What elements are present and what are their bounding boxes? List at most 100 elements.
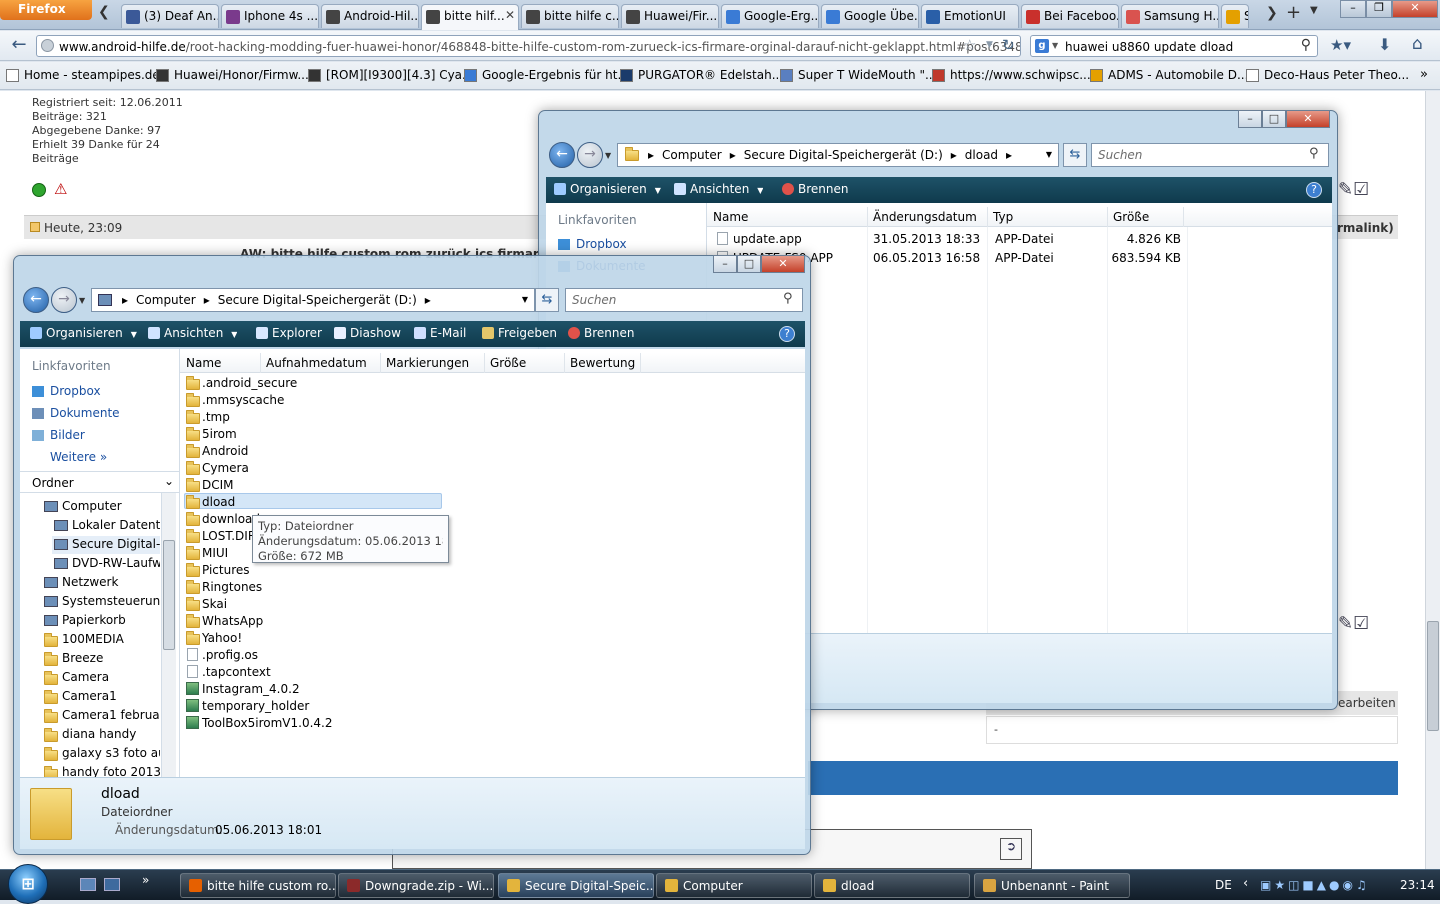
toolbar-button[interactable]: Ansichten ▼ [148,326,237,340]
folder-tree-item[interactable]: Systemsteuerung [42,593,160,611]
maximize-icon[interactable]: □ [1262,110,1286,128]
browser-tab[interactable]: Huawei/Fir... [621,4,719,28]
file-row[interactable]: ToolBox5iromV1.0.4.2 [180,715,805,732]
post-tools-icons-2[interactable]: ✎☑ [1338,613,1369,634]
file-row[interactable]: dload [180,494,805,511]
back-icon[interactable]: ← [549,142,575,168]
file-row[interactable]: Yahoo! [180,630,805,647]
file-row[interactable]: Cymera [180,460,805,477]
google-search-engine-icon[interactable]: g [1035,39,1049,53]
breadcrumb-separator-icon[interactable]: ▸ [951,148,957,162]
folder-tree-item[interactable]: Breeze [42,650,160,668]
column-header-1[interactable]: Aufnahmedatum [266,356,367,370]
breadcrumb-separator-icon[interactable]: ▸ [730,148,736,162]
post-tools-icons[interactable]: ✎☑ [1338,179,1369,200]
toolbar-button[interactable]: Ansichten ▼ [674,182,763,196]
file-row[interactable]: .profig.os [180,647,805,664]
home-icon[interactable]: ⌂ [1412,34,1423,54]
bookmark-item[interactable]: Home - steampipes.de [6,68,160,86]
column-header-4[interactable]: Bewertung [570,356,635,370]
close-icon[interactable]: ✕ [1392,0,1438,18]
toolbar-button[interactable]: Organisieren ▼ [554,182,661,196]
breadcrumb-item[interactable]: Computer [662,148,722,162]
nav-favorite[interactable]: Bilder [32,428,85,442]
address-dropdown-icon[interactable]: ▼ [1046,150,1052,159]
browser-tab[interactable]: EmotionUI [921,4,1019,28]
column-header-0[interactable]: Name [186,356,221,370]
column-divider[interactable] [380,353,381,373]
folder-tree-item[interactable]: Lokaler Datenträ [52,517,160,535]
tray-expand-icon[interactable]: ‹ [1243,876,1248,891]
folder-tree-item[interactable]: diana handy [42,726,160,744]
breadcrumb-separator-icon[interactable]: ▸ [425,293,431,307]
tree-scrollbar[interactable] [161,493,176,777]
bookmark-item[interactable]: https://www.schwipsc... [932,68,1091,86]
folder-tree-item[interactable]: Papierkorb [42,612,160,630]
nav-favorite[interactable]: Dokumente [32,406,120,420]
file-row[interactable]: DCIM [180,477,805,494]
bookmark-item[interactable]: Super T WideMouth "... [780,68,936,86]
column-divider[interactable] [260,353,261,373]
folder-tree-item[interactable]: Camera1 [42,688,160,706]
browser-tab[interactable]: Sa [1221,4,1249,28]
address-dropdown-icon[interactable]: ▼ [522,295,528,304]
taskbar-button[interactable]: Downgrade.zip - Wi... [338,873,494,898]
tabs-scroll-left-icon[interactable]: ❮ [98,4,110,20]
refresh-icon[interactable]: ⇆ [535,288,559,312]
address-bar[interactable]: ▸ Computer ▸ Secure Digital-Speichergerät (… [617,143,1059,167]
file-row[interactable]: .mmsyscache [180,392,805,409]
file-row[interactable]: 5irom [180,426,805,443]
breadcrumb-item[interactable]: dload [965,148,998,162]
report-warning-icon[interactable]: ⚠ [54,180,67,198]
tab-list-dropdown-icon[interactable]: ▼ [1310,5,1318,16]
minimize-icon[interactable]: – [1238,110,1262,128]
taskbar-button[interactable]: dload [814,873,970,898]
column-divider[interactable] [1183,207,1184,227]
folder-tree-item[interactable]: Camera1 februar 2 [42,707,160,725]
switch-windows-icon[interactable] [104,878,120,891]
file-row[interactable]: .tapcontext [180,664,805,681]
magnifier-icon[interactable]: ⚲ [1301,37,1311,53]
breadcrumb-item[interactable]: Secure Digital-Speichergerät (D:) [218,293,417,307]
bookmark-item[interactable]: Google-Ergebnis für ht... [464,68,629,86]
column-header-2[interactable]: Typ [993,210,1013,224]
close-icon[interactable]: ✕ [761,255,805,273]
bookmark-item[interactable]: [ROM][I9300][4.3] Cya... [308,68,473,86]
breadcrumb-separator-icon[interactable]: ▸ [204,293,210,307]
help-icon[interactable]: ? [1306,182,1322,198]
folder-tree-item[interactable]: Camera [42,669,160,687]
file-row[interactable]: update.app 31.05.2013 18:33 APP-Datei 4.826… [707,231,1332,248]
bookmark-item[interactable]: PURGATOR® Edelstah... [620,68,783,86]
toolbar-button[interactable]: Brennen [568,326,634,340]
refresh-icon[interactable]: ⇆ [1063,143,1087,167]
minimize-icon[interactable]: – [1340,0,1366,18]
browser-tab[interactable]: Google Übe... [821,4,919,28]
bookmark-item[interactable]: Huawei/Honor/Firmw... [156,68,309,86]
browser-tab[interactable]: Bei Faceboo... [1021,4,1119,28]
browser-tab[interactable]: Iphone 4s ... [221,4,319,28]
file-row[interactable]: Instagram_4.0.2 [180,681,805,698]
bookmark-item[interactable]: ADMS - Automobile D... [1090,68,1248,86]
engine-dropdown-icon[interactable]: ▼ [1052,41,1058,50]
tray-icons[interactable]: ▣★◫■▲●◉♫ [1260,878,1370,892]
folder-tree-item[interactable]: Netzwerk [42,574,160,592]
bookmarks-overflow-icon[interactable]: » [1420,67,1428,82]
breadcrumb-item[interactable]: Computer [136,293,196,307]
folder-tree-item[interactable]: Secure Digital-Sp [52,536,160,554]
more-link[interactable]: Weitere » [50,450,107,464]
scroll-thumb[interactable] [1427,621,1439,731]
file-row[interactable]: Android [180,443,805,460]
file-row[interactable]: WhatsApp [180,613,805,630]
toolbar-button[interactable]: E-Mail [414,326,466,340]
column-header-0[interactable]: Name [713,210,748,224]
column-header-3[interactable]: Größe [1113,210,1149,224]
browser-tab[interactable]: Google-Erg... [721,4,819,28]
taskbar-button[interactable]: Unbenannt - Paint [974,873,1130,898]
folder-tree-item[interactable]: galaxy s3 foto augu [42,745,160,763]
folder-tree-item[interactable]: Computer [42,498,160,516]
recent-pages-icon[interactable]: ▼ [79,296,85,305]
breadcrumb-separator-icon[interactable]: ▸ [648,148,654,162]
back-icon[interactable]: ← [6,34,32,58]
recent-pages-icon[interactable]: ▼ [605,151,611,160]
browser-tab[interactable]: Samsung H... [1121,4,1219,28]
